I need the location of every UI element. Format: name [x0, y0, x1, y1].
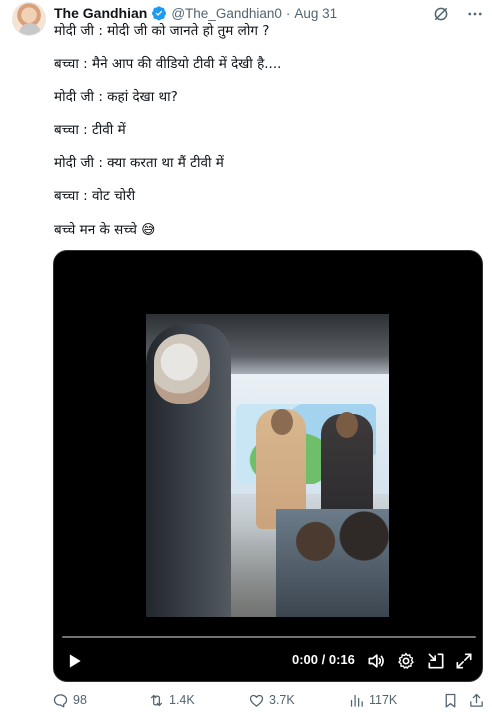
text-line: मोदी जी : कहां देखा था?: [54, 89, 178, 105]
grok-icon[interactable]: [432, 5, 450, 23]
reply-count: 98: [73, 693, 87, 707]
display-name[interactable]: The Gandhian: [54, 5, 147, 21]
video-progress-bar[interactable]: [62, 636, 476, 638]
video-controls: 0:00 / 0:16: [54, 649, 482, 673]
top-actions: [432, 5, 484, 23]
text-line: बच्चा : मैने आप की वीडियो टीवी में देखी …: [54, 56, 282, 72]
text-line: बच्चा : टीवी में: [54, 122, 126, 138]
like-button[interactable]: 3.7K: [248, 690, 295, 710]
minimize-icon[interactable]: [426, 651, 446, 671]
volume-icon[interactable]: [366, 651, 386, 671]
verified-icon: [152, 6, 167, 21]
views-count: 117K: [369, 693, 398, 707]
tweet-header: The Gandhian @The_Gandhian0 · Aug 31: [54, 4, 337, 22]
video-frame[interactable]: [146, 314, 389, 617]
video-scene-person-head: [336, 412, 358, 438]
bookmark-button[interactable]: [442, 690, 459, 710]
video-scene-children: [276, 509, 389, 617]
like-icon: [249, 694, 264, 707]
text-line: मोदी जी : मोदी जी को जानते हो तुम लोग ?: [54, 23, 270, 39]
video-player[interactable]: 0:00 / 0:16: [53, 250, 483, 682]
like-count: 3.7K: [269, 693, 295, 707]
text-line: मोदी जी : क्या करता था मैं टीवी में: [54, 155, 224, 171]
fullscreen-icon[interactable]: [454, 651, 474, 671]
tweet: The Gandhian @The_Gandhian0 · Aug 31 मोद…: [0, 0, 492, 713]
share-icon: [470, 693, 483, 707]
post-date[interactable]: Aug 31: [294, 6, 337, 21]
reply-button[interactable]: 98: [52, 690, 87, 710]
settings-icon[interactable]: [396, 651, 416, 671]
play-icon[interactable]: [64, 651, 84, 671]
more-icon[interactable]: [466, 5, 484, 23]
repost-button[interactable]: 1.4K: [148, 690, 195, 710]
video-time: 0:00 / 0:16: [292, 652, 355, 667]
text-line: बच्चा : वोट चोरी: [54, 188, 136, 204]
avatar[interactable]: [12, 2, 46, 36]
repost-icon: [150, 694, 163, 706]
action-bar: 98 1.4K 3.7K 117K: [52, 690, 492, 710]
separator-dot: ·: [285, 5, 291, 21]
bookmark-icon: [445, 693, 456, 708]
views-icon: [350, 694, 363, 707]
share-button[interactable]: [468, 690, 485, 710]
handle[interactable]: @The_Gandhian0: [171, 6, 282, 21]
repost-count: 1.4K: [169, 693, 195, 707]
views-button[interactable]: 117K: [348, 690, 397, 710]
text-line: बच्चे मन के सच्चे 😅: [54, 222, 156, 238]
video-scene-person-head: [154, 334, 210, 404]
video-scene-person-head: [271, 409, 293, 435]
reply-icon: [53, 693, 68, 708]
